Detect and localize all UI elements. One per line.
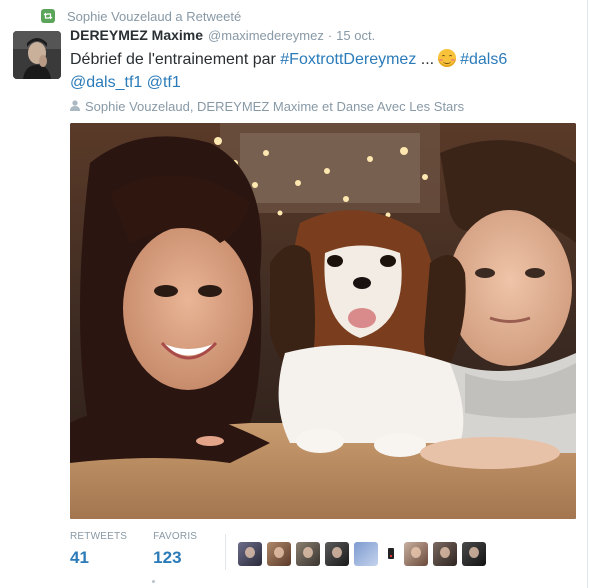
favoriter-avatar[interactable] — [296, 542, 321, 566]
hashtag-dals6[interactable]: #dals6 — [460, 51, 507, 68]
favoriter-avatar[interactable] — [383, 542, 400, 566]
favoriter-avatar[interactable] — [238, 542, 263, 566]
tagged-users-text[interactable]: Sophie Vouzelaud, DEREYMEZ Maxime et Dan… — [85, 99, 464, 114]
hashtag-foxtrott[interactable]: #FoxtrottDereymez — [280, 51, 416, 68]
author-handle[interactable]: @maximedereymez — [208, 28, 324, 43]
stats-divider — [225, 534, 227, 570]
tweet-header: DEREYMEZ Maxime @maximedereymez · 15 oct… — [70, 27, 575, 47]
favoriter-avatar[interactable] — [433, 542, 458, 566]
favoriter-avatar[interactable] — [354, 542, 379, 566]
tweet-text: Débrief de l'entrainement par #FoxtrottD… — [70, 48, 575, 94]
favoriters-avatars — [238, 542, 491, 566]
author-name[interactable]: DEREYMEZ Maxime — [70, 27, 203, 43]
retweet-icon — [41, 9, 55, 23]
person-icon — [70, 99, 80, 114]
favoriter-avatar[interactable] — [325, 542, 350, 566]
tweet-stats: RETWEETS 41 FAVORIS 123 — [70, 530, 576, 575]
mention-tf1[interactable]: @tf1 — [147, 74, 181, 91]
tweet-text-plain: Débrief de l'entrainement par — [70, 51, 281, 68]
favoriter-avatar[interactable] — [462, 542, 487, 566]
favorites-label: FAVORIS — [153, 531, 198, 542]
tagged-users[interactable]: Sophie Vouzelaud, DEREYMEZ Maxime et Dan… — [70, 97, 575, 115]
separator: · — [327, 28, 333, 43]
favoriter-avatar[interactable] — [267, 542, 292, 566]
favorites-stat[interactable]: FAVORIS 123 — [153, 530, 197, 568]
loading-dot — [152, 580, 155, 583]
retweets-label: RETWEETS — [70, 531, 128, 542]
favoriter-avatar[interactable] — [404, 542, 429, 566]
tweet-timestamp[interactable]: 15 oct. — [336, 28, 375, 43]
tweet-photo[interactable] — [70, 123, 576, 519]
avatar[interactable] — [13, 31, 61, 79]
retweets-stat[interactable]: RETWEETS 41 — [70, 530, 127, 568]
tweet-card: Sophie Vouzelaud a Retweeté DEREYMEZ Max… — [0, 0, 588, 588]
retweets-count[interactable]: 41 — [70, 548, 127, 568]
retweet-context-text[interactable]: Sophie Vouzelaud a Retweeté — [67, 9, 241, 24]
favorites-count[interactable]: 123 — [153, 548, 197, 568]
retweet-context: Sophie Vouzelaud a Retweeté — [41, 7, 241, 25]
smiling-face-emoji-icon — [438, 49, 457, 67]
mention-dals-tf1[interactable]: @dals_tf1 — [70, 74, 142, 91]
tweet-ellipsis: ... — [416, 51, 435, 68]
